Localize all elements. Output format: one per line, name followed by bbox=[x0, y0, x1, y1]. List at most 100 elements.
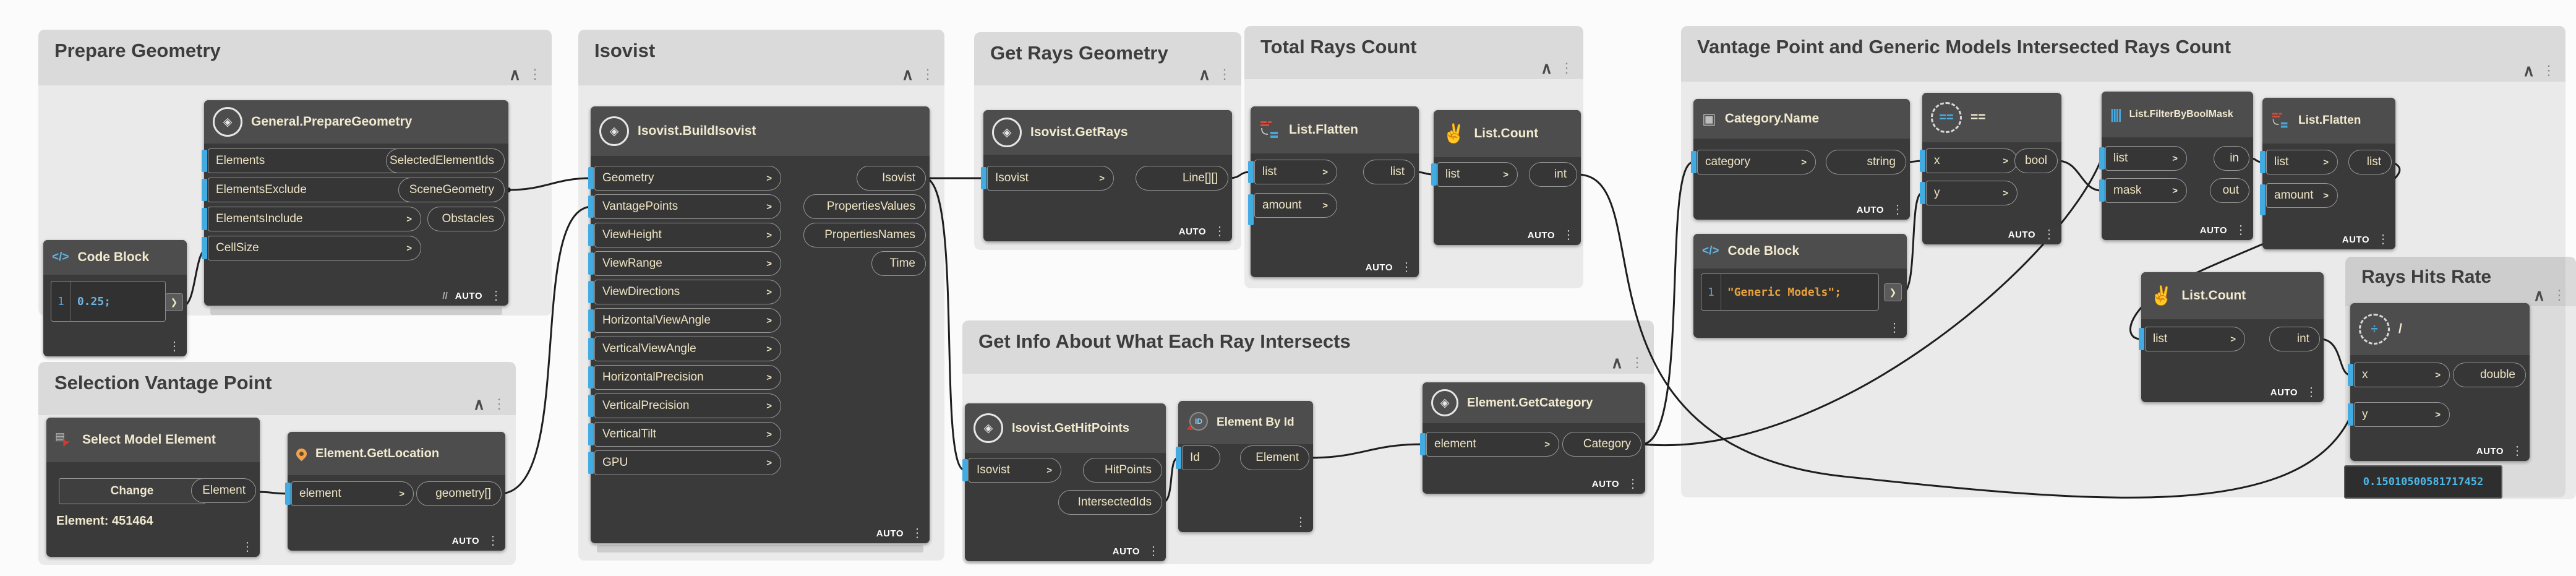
input-connector[interactable] bbox=[285, 483, 291, 505]
preview-bar[interactable] bbox=[210, 307, 502, 315]
kebab-icon[interactable]: ⋮ bbox=[492, 398, 506, 410]
input-connector[interactable] bbox=[1920, 182, 1925, 204]
lacing-mode-label[interactable]: AUTO bbox=[1857, 205, 1884, 215]
lacing-mode-label[interactable]: AUTO bbox=[1366, 262, 1393, 273]
collapse-chevron-icon[interactable]: ∧ bbox=[509, 68, 521, 80]
input-connector[interactable] bbox=[588, 252, 594, 275]
output-port[interactable]: HitPoints bbox=[1083, 458, 1162, 483]
input-port[interactable]: VerticalPrecision> bbox=[594, 393, 781, 418]
input-port[interactable]: x> bbox=[1926, 148, 2018, 173]
input-connector[interactable] bbox=[1420, 433, 1426, 455]
input-connector[interactable] bbox=[1176, 447, 1181, 469]
input-connector[interactable] bbox=[588, 224, 594, 246]
collapse-chevron-icon[interactable]: ∧ bbox=[902, 68, 914, 80]
input-port[interactable]: ViewRange> bbox=[594, 251, 781, 276]
input-port[interactable]: list> bbox=[1437, 162, 1518, 187]
lacing-mode-label[interactable]: AUTO bbox=[1179, 226, 1206, 237]
input-port[interactable]: element> bbox=[1426, 432, 1559, 457]
input-connector[interactable] bbox=[588, 423, 594, 445]
kebab-icon[interactable]: ⋮ bbox=[1630, 356, 1644, 369]
input-connector[interactable] bbox=[962, 459, 968, 481]
node-divide[interactable]: ÷ / x> y> double AUTO ⋮ bbox=[2350, 303, 2530, 461]
input-connector[interactable] bbox=[981, 167, 986, 189]
input-port[interactable]: y> bbox=[2354, 402, 2450, 427]
code-editor[interactable]: 1 0.25; bbox=[51, 281, 166, 322]
output-port[interactable]: Obstacles bbox=[427, 207, 505, 231]
output-port[interactable]: list bbox=[2348, 150, 2392, 174]
lacing-mode-label[interactable]: AUTO bbox=[876, 528, 904, 539]
output-port[interactable]: geometry[] bbox=[416, 481, 502, 506]
output-port[interactable]: ❯ bbox=[1884, 283, 1902, 301]
input-connector[interactable] bbox=[1920, 150, 1925, 172]
output-port[interactable]: bool bbox=[2014, 148, 2058, 173]
input-port[interactable]: VantagePoints> bbox=[594, 194, 781, 219]
kebab-icon[interactable]: ⋮ bbox=[241, 541, 254, 552]
node-get-hit-points[interactable]: ◈ Isovist.GetHitPoints Isovist> HitPoint… bbox=[965, 403, 1166, 561]
output-port[interactable]: Time bbox=[871, 251, 926, 276]
input-connector[interactable] bbox=[202, 237, 207, 259]
node-filter-by-bool-mask[interactable]: |||| List.FilterByBoolMask list> mask> i… bbox=[2102, 92, 2253, 240]
output-port[interactable]: SceneGeometry bbox=[398, 178, 505, 202]
output-port[interactable]: SelectedElementIds bbox=[386, 148, 505, 173]
input-port[interactable]: mask> bbox=[2105, 178, 2187, 203]
lacing-mode-label[interactable]: AUTO bbox=[2200, 225, 2227, 236]
lacing-mode-label[interactable]: AUTO bbox=[452, 536, 479, 546]
kebab-icon[interactable]: ⋮ bbox=[921, 68, 935, 80]
watch-preview[interactable]: 0.15010500581717452 bbox=[2344, 465, 2502, 499]
input-connector[interactable] bbox=[588, 196, 594, 218]
input-connector[interactable] bbox=[588, 452, 594, 474]
dynamo-canvas[interactable]: Prepare Geometry ∧⋮ Selection Vantage Po… bbox=[0, 0, 2576, 576]
input-connector[interactable] bbox=[2260, 151, 2266, 173]
input-connector[interactable] bbox=[588, 281, 594, 303]
kebab-icon[interactable]: ⋮ bbox=[1562, 230, 1575, 241]
output-port[interactable]: in bbox=[2214, 146, 2249, 171]
input-port[interactable]: list> bbox=[2145, 327, 2245, 351]
node-code-block-1[interactable]: </> Code Block 1 0.25; ❯ ⋮ bbox=[43, 240, 187, 356]
collapse-chevron-icon[interactable]: ∧ bbox=[1199, 68, 1210, 80]
input-port[interactable]: GPU> bbox=[594, 450, 781, 475]
output-port[interactable]: int bbox=[1529, 162, 1577, 187]
node-select-model-element[interactable]: ▤➤ Select Model Element Change Element E… bbox=[46, 418, 260, 557]
kebab-icon[interactable]: ⋮ bbox=[911, 528, 923, 539]
output-port[interactable]: out bbox=[2210, 178, 2249, 203]
node-list-flatten-2[interactable]: List.Flatten list> amount> list AUTO ⋮ bbox=[2262, 98, 2395, 249]
input-port[interactable]: HorizontalPrecision> bbox=[594, 365, 781, 390]
input-port[interactable]: VerticalViewAngle> bbox=[594, 337, 781, 361]
kebab-icon[interactable]: ⋮ bbox=[2043, 229, 2055, 240]
input-port[interactable]: Geometry> bbox=[594, 166, 781, 191]
input-port[interactable]: ElementsExclude> bbox=[208, 178, 421, 202]
input-port[interactable]: list> bbox=[1254, 160, 1337, 184]
input-connector[interactable] bbox=[588, 309, 594, 332]
input-connector[interactable] bbox=[588, 338, 594, 360]
input-connector[interactable] bbox=[2099, 147, 2105, 170]
output-port[interactable]: list bbox=[1363, 160, 1415, 184]
lacing-mode-label[interactable]: AUTO bbox=[1592, 479, 1619, 489]
input-port[interactable]: ViewHeight> bbox=[594, 223, 781, 247]
output-port[interactable]: Isovist bbox=[857, 166, 926, 191]
lacing-mode-label[interactable]: AUTO bbox=[1113, 546, 1140, 557]
output-port[interactable]: double bbox=[2453, 363, 2526, 387]
node-list-count-2[interactable]: ✌ List.Count list> int AUTO ⋮ bbox=[2141, 272, 2324, 402]
node-isovist-get-rays[interactable]: ◈ Isovist.GetRays Isovist> Line[][] AUTO… bbox=[983, 110, 1232, 241]
input-connector[interactable] bbox=[202, 150, 207, 172]
input-connector[interactable] bbox=[2348, 403, 2353, 426]
input-port[interactable]: Id bbox=[1182, 445, 1220, 470]
lacing-icon[interactable]: // bbox=[442, 291, 447, 301]
change-button[interactable]: Change bbox=[59, 478, 205, 504]
kebab-icon[interactable]: ⋮ bbox=[1888, 322, 1901, 333]
code-editor[interactable]: 1 "Generic Models"; bbox=[1701, 273, 1879, 311]
output-port[interactable]: IntersectedIds bbox=[1058, 490, 1162, 515]
input-connector[interactable] bbox=[2099, 179, 2105, 202]
output-port[interactable]: string bbox=[1826, 150, 1906, 174]
lacing-mode-label[interactable]: AUTO bbox=[455, 291, 482, 301]
output-port[interactable]: PropertiesValues bbox=[803, 194, 926, 219]
input-port[interactable]: category> bbox=[1697, 150, 1816, 174]
node-list-flatten-1[interactable]: List.Flatten list> amount> list AUTO ⋮ bbox=[1251, 106, 1419, 277]
input-connector[interactable] bbox=[2260, 184, 2266, 215]
output-port[interactable]: ❯ bbox=[165, 293, 183, 311]
kebab-icon[interactable]: ⋮ bbox=[1400, 262, 1413, 273]
lacing-mode-label[interactable]: AUTO bbox=[2270, 387, 2298, 398]
kebab-icon[interactable]: ⋮ bbox=[528, 68, 542, 80]
kebab-icon[interactable]: ⋮ bbox=[2552, 289, 2566, 301]
input-connector[interactable] bbox=[1248, 161, 1254, 183]
